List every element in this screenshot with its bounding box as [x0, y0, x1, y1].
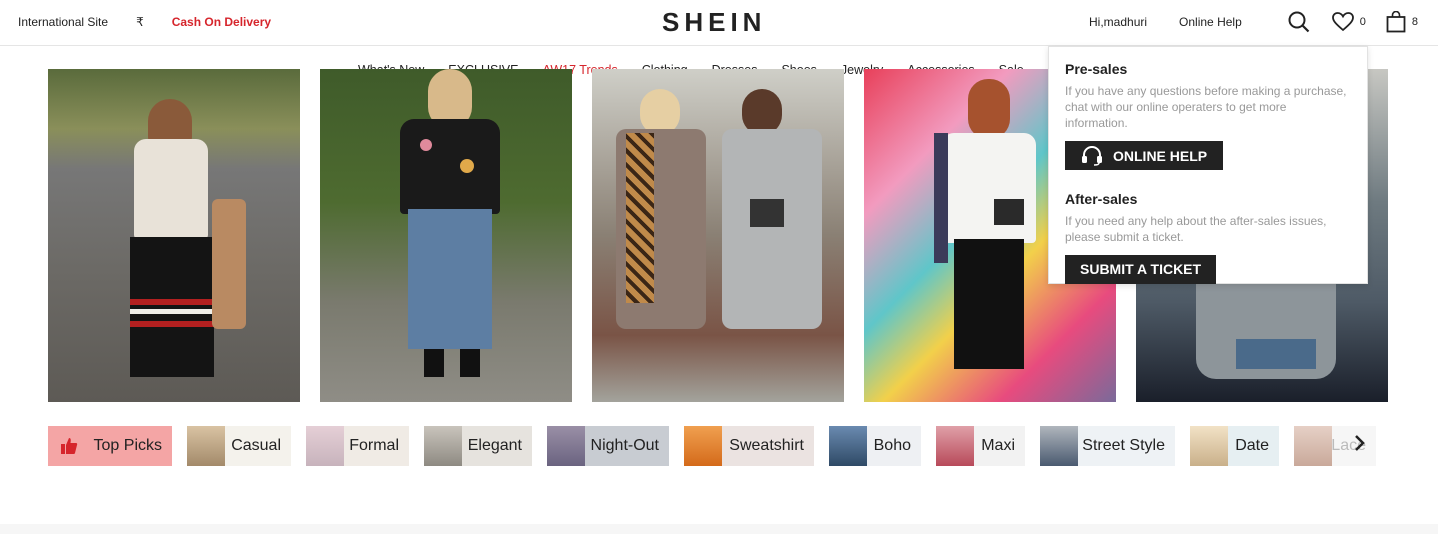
aftersales-section: After-sales If you need any help about t…: [1065, 191, 1351, 284]
search-icon: [1288, 11, 1310, 33]
wishlist-count: 0: [1359, 16, 1366, 28]
category-label: Date: [1235, 437, 1269, 454]
category-label: Boho: [873, 437, 911, 454]
presales-title: Pre-sales: [1065, 61, 1128, 77]
category-date[interactable]: Date: [1190, 426, 1279, 466]
presales-text: If you have any questions before making …: [1065, 84, 1347, 130]
online-help-button-label: ONLINE HELP: [1113, 147, 1208, 164]
bag-count: 8: [1411, 16, 1418, 28]
category-label: Sweatshirt: [729, 437, 804, 454]
category-elegant[interactable]: Elegant: [424, 426, 532, 466]
currency-selector[interactable]: ₹: [136, 15, 144, 29]
category-casual[interactable]: Casual: [187, 426, 291, 466]
category-strip: Top Picks Casual Formal Elegant Night-Ou…: [48, 426, 1378, 466]
footer-band: [0, 524, 1438, 534]
cash-on-delivery-link[interactable]: Cash On Delivery: [172, 15, 271, 29]
aftersales-title: After-sales: [1065, 190, 1138, 207]
submit-ticket-button[interactable]: SUBMIT A TICKET: [1065, 254, 1217, 284]
shopping-bag-button[interactable]: 8: [1386, 11, 1418, 33]
wishlist-button[interactable]: 0: [1331, 12, 1366, 32]
aftersales-text: If you need any help about the after-sal…: [1065, 213, 1327, 244]
category-street-style[interactable]: Street Style: [1040, 426, 1175, 466]
category-label: Casual: [231, 437, 281, 454]
lookbook-photo[interactable]: [592, 69, 844, 402]
category-boho[interactable]: Boho: [829, 426, 921, 466]
category-maxi[interactable]: Maxi: [936, 426, 1025, 466]
heart-icon: [1331, 12, 1354, 32]
category-label: Formal: [349, 437, 399, 454]
online-help-link[interactable]: Online Help: [1179, 15, 1242, 29]
category-label: Top Picks: [93, 437, 162, 454]
online-help-button[interactable]: ONLINE HELP: [1065, 141, 1224, 170]
online-help-dropdown: Pre-sales If you have any questions befo…: [1048, 46, 1368, 284]
category-label: Night-Out: [590, 437, 659, 454]
lookbook-photo[interactable]: [320, 69, 572, 402]
top-bar-right: Hi,madhuri Online Help 0 8: [1089, 10, 1418, 34]
category-label: Street Style: [1082, 437, 1165, 454]
chevron-right-icon[interactable]: [1350, 433, 1370, 453]
submit-ticket-button-label: SUBMIT A TICKET: [1080, 261, 1202, 277]
bag-icon: [1386, 11, 1406, 33]
category-label: Maxi: [981, 437, 1015, 454]
category-night-out[interactable]: Night-Out: [547, 426, 669, 466]
top-bar-left: International Site ₹ Cash On Delivery: [18, 15, 299, 29]
category-formal[interactable]: Formal: [306, 426, 409, 466]
account-greeting[interactable]: Hi,madhuri: [1089, 15, 1147, 29]
category-sweatshirt[interactable]: Sweatshirt: [684, 426, 814, 466]
lookbook-photo[interactable]: [48, 69, 300, 402]
shein-logo[interactable]: SHEIN: [662, 7, 766, 38]
international-site-link[interactable]: International Site: [18, 15, 108, 29]
category-top-picks[interactable]: Top Picks: [48, 426, 172, 466]
top-bar: International Site ₹ Cash On Delivery SH…: [0, 0, 1438, 46]
headset-icon: [1082, 145, 1102, 166]
search-button[interactable]: [1288, 11, 1310, 33]
thumbs-up-icon: [61, 438, 78, 454]
category-label: Elegant: [467, 437, 522, 454]
